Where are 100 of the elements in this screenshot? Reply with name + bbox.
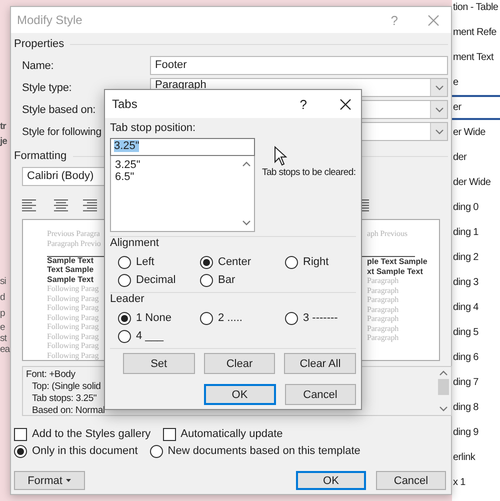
- scrollbar-thumb[interactable]: [438, 379, 449, 395]
- preview-text: Paragraph: [367, 333, 399, 342]
- radio-button[interactable]: 3 -------: [285, 310, 338, 326]
- field-label: Style for following: [22, 126, 102, 138]
- preview-text: ple Text Sample: [367, 257, 428, 266]
- dialog-button[interactable]: OK: [204, 384, 276, 405]
- preview-text: Paragraph: [367, 304, 399, 314]
- radio-button[interactable]: Bar: [200, 272, 236, 288]
- align-right-icon[interactable]: [83, 199, 97, 212]
- radio-button[interactable]: 2 .....: [200, 310, 242, 326]
- preview-text: Paragraph: [367, 286, 399, 295]
- scroll-up-icon: [439, 370, 448, 376]
- document-text-fragment: je: [0, 135, 7, 149]
- style-list-item[interactable]: ding 5: [452, 320, 500, 345]
- style-description: Based on: Normal: [32, 405, 105, 417]
- tab-stop-list-item[interactable]: 6.5": [115, 171, 134, 183]
- preview-text: Following Parag: [47, 341, 99, 350]
- style-list-item[interactable]: ding 8: [452, 395, 500, 420]
- style-list-item[interactable]: ding 6: [452, 345, 500, 370]
- preview-text: Following Parag: [47, 350, 99, 360]
- document-text-fragment: si: [0, 275, 6, 289]
- style-list-item[interactable]: erlink: [452, 445, 500, 470]
- style-list-item[interactable]: tion - Table: [452, 0, 500, 20]
- document-text-fragment: ea: [0, 344, 10, 355]
- close-icon[interactable]: [340, 98, 351, 110]
- preview-text: Previous Paragra: [47, 229, 100, 238]
- checkbox[interactable]: Automatically update: [162, 426, 283, 442]
- checkbox[interactable]: Add to the Styles gallery: [14, 426, 151, 442]
- preview-text: aph Previous: [367, 229, 408, 238]
- style-list-item[interactable]: er Wide: [452, 120, 500, 145]
- chevron-down-icon: [434, 106, 444, 112]
- preview-text: Following Parag: [47, 284, 99, 294]
- help-button[interactable]: ?: [300, 96, 307, 112]
- name-field[interactable]: Footer: [150, 56, 448, 75]
- style-list-item[interactable]: ding 1: [452, 220, 500, 245]
- section-heading: Properties: [14, 38, 64, 50]
- radio-button[interactable]: Right: [285, 254, 329, 270]
- style-list-item[interactable]: ding 0: [452, 195, 500, 220]
- field-label: Style type:: [22, 82, 72, 94]
- align-center-icon[interactable]: [54, 199, 68, 212]
- section-heading: Alignment: [110, 237, 159, 251]
- preview-text: Paragraph Previo: [47, 238, 101, 248]
- chevron-down-icon: [434, 128, 444, 134]
- style-list-item[interactable]: der Wide: [452, 170, 500, 195]
- style-list-item[interactable]: ding 7: [452, 370, 500, 395]
- preview-text: Sample Text: [47, 274, 94, 284]
- document-text-fragment: d: [0, 291, 5, 305]
- dialog-button[interactable]: Cancel: [284, 384, 356, 405]
- style-list-item[interactable]: ment Refe: [452, 20, 500, 45]
- preview-text: Following Parag: [47, 332, 99, 341]
- dialog-button[interactable]: Clear All: [284, 353, 356, 374]
- document-text-fragment: tr: [0, 120, 6, 134]
- style-list-item[interactable]: x 1: [452, 470, 500, 495]
- dialog-button[interactable]: Cancel: [376, 471, 446, 490]
- field-label: Tab stop position:: [110, 122, 196, 136]
- preview-text: Paragraph: [367, 276, 399, 286]
- format-menu-button[interactable]: Format: [14, 471, 85, 490]
- radio-button[interactable]: New documents based on this template: [150, 443, 360, 459]
- style-list-item[interactable]: e: [452, 70, 500, 95]
- preview-text: Paragraph: [367, 324, 399, 333]
- preview-text: Paragraph: [367, 295, 399, 304]
- radio-button[interactable]: Left: [118, 254, 154, 270]
- style-list-item[interactable]: der: [452, 145, 500, 170]
- style-list-item[interactable]: ding 3: [452, 270, 500, 295]
- dialog-title: Modify Style: [17, 13, 84, 27]
- field-label: Style based on:: [22, 104, 96, 116]
- preview-text: Following Parag: [47, 303, 99, 312]
- dialog-button[interactable]: OK: [296, 471, 366, 490]
- style-description: Tab stops: 3.25": [32, 393, 97, 405]
- radio-button[interactable]: 1 None: [118, 310, 172, 326]
- document-text-fragment: e: [0, 322, 5, 333]
- dialog-title: Tabs: [112, 97, 138, 111]
- radio-button[interactable]: Only in this document: [14, 443, 138, 459]
- preview-text: xt Sample Text: [367, 266, 423, 276]
- style-list-item[interactable]: ding 4: [452, 295, 500, 320]
- field-label: Name:: [22, 60, 54, 72]
- style-list-item[interactable]: ment Text: [452, 45, 500, 70]
- radio-button[interactable]: Decimal: [118, 272, 176, 288]
- document-text-fragment: st: [0, 333, 6, 344]
- radio-button[interactable]: Center: [200, 254, 252, 270]
- preview-text: Following Parag: [47, 294, 99, 303]
- tab-stop-position-field[interactable]: 3.25": [110, 138, 255, 156]
- style-list-item[interactable]: ding 2: [452, 245, 500, 270]
- preview-text: Text Sample: [47, 265, 94, 274]
- preview-text: Paragraph: [367, 314, 399, 324]
- section-heading: Formatting: [14, 150, 67, 162]
- scroll-down-icon: [439, 406, 448, 412]
- dialog-button[interactable]: Clear: [204, 353, 276, 374]
- preview-text: Following Parag: [47, 322, 99, 332]
- mouse-pointer-icon: [274, 146, 287, 166]
- style-list-item[interactable]: ding 9: [452, 420, 500, 445]
- scroll-down-icon: [242, 220, 250, 226]
- document-text-fragment: p: [0, 307, 5, 321]
- radio-button[interactable]: 4 ___: [118, 328, 164, 344]
- caret-icon: [66, 479, 72, 482]
- preview-text: Sample Text: [47, 256, 94, 265]
- align-left-icon[interactable]: [22, 199, 36, 212]
- section-heading: Leader: [110, 293, 144, 307]
- chevron-down-icon: [434, 84, 444, 90]
- dialog-button[interactable]: Set: [123, 353, 195, 374]
